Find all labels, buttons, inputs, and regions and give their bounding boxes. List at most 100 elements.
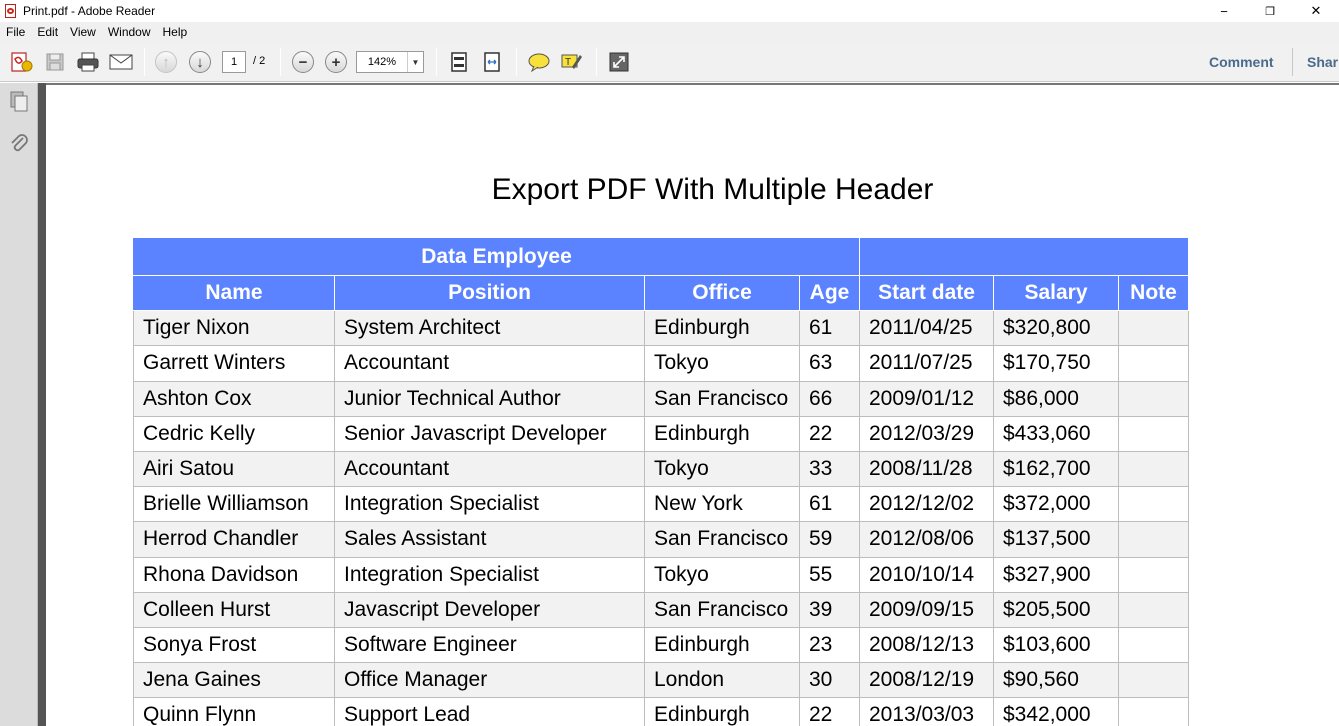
employee-table: Data Employee Name Position Office Age S…: [133, 238, 1189, 726]
page-number-input[interactable]: 1: [222, 51, 246, 73]
save-icon[interactable]: [42, 50, 68, 74]
cell-note: [1118, 626, 1189, 664]
zoom-select[interactable]: 142% ▼: [356, 51, 424, 73]
cell-salary: $205,500: [993, 591, 1119, 628]
zoom-in-button[interactable]: +: [323, 50, 349, 74]
cell-salary: $372,000: [993, 486, 1119, 523]
sticky-note-icon[interactable]: [526, 50, 552, 74]
cell-position: Accountant: [334, 345, 645, 382]
cell-start-date: 2011/07/25: [859, 345, 994, 382]
cell-name: Quinn Flynn: [133, 697, 335, 726]
window-title: Print.pdf - Adobe Reader: [23, 4, 156, 18]
cell-note: [1118, 415, 1189, 452]
minimize-button[interactable]: −: [1201, 0, 1247, 22]
table-row: Colleen Hurst Javascript Developer San Fra…: [133, 591, 1189, 628]
menu-view[interactable]: View: [64, 25, 102, 39]
table-row: Quinn Flynn Support Lead Edinburgh 22 2013/0…: [133, 697, 1189, 726]
restore-button[interactable]: ❐: [1247, 0, 1293, 22]
cell-start-date: 2009/09/15: [859, 591, 994, 628]
cell-office: San Francisco: [644, 521, 800, 558]
cell-age: 61: [799, 310, 860, 347]
cell-salary: $137,500: [993, 521, 1119, 558]
menu-window[interactable]: Window: [102, 25, 157, 39]
cell-salary: $342,000: [993, 697, 1119, 726]
cell-age: 66: [799, 380, 860, 417]
zoom-value: 142%: [367, 56, 397, 68]
cell-office: Edinburgh: [644, 626, 800, 664]
table-row: Rhona Davidson Integration Specialist Toky…: [133, 556, 1189, 593]
cell-salary: $320,800: [993, 310, 1119, 347]
cell-note: [1118, 380, 1189, 417]
menu-edit[interactable]: Edit: [31, 25, 64, 39]
plus-icon: +: [325, 51, 347, 73]
cell-office: London: [644, 662, 800, 699]
cell-name: Airi Satou: [133, 450, 335, 488]
attachments-icon[interactable]: [9, 133, 29, 153]
cell-office: Tokyo: [644, 345, 800, 382]
email-icon[interactable]: [108, 50, 134, 74]
cell-office: Tokyo: [644, 450, 800, 488]
cell-position: Support Lead: [334, 697, 645, 726]
comment-link[interactable]: Comment: [1209, 54, 1274, 70]
share-link[interactable]: Shar: [1307, 54, 1338, 70]
cell-name: Tiger Nixon: [133, 310, 335, 347]
cell-name: Sonya Frost: [133, 626, 335, 664]
cell-office: Edinburgh: [644, 310, 800, 347]
menu-file[interactable]: File: [0, 25, 31, 39]
cell-office: New York: [644, 486, 800, 523]
column-header-salary: Salary: [993, 274, 1119, 312]
cell-office: Edinburgh: [644, 415, 800, 452]
cell-name: Ashton Cox: [133, 380, 335, 417]
menu-help[interactable]: Help: [157, 25, 194, 39]
cell-salary: $327,900: [993, 556, 1119, 593]
cell-name: Colleen Hurst: [133, 591, 335, 628]
cell-note: [1118, 697, 1189, 726]
print-icon[interactable]: [75, 50, 101, 74]
cell-start-date: 2013/03/03: [859, 697, 994, 726]
next-page-button[interactable]: ↓: [187, 50, 213, 74]
column-header-age: Age: [799, 274, 860, 312]
cell-salary: $86,000: [993, 380, 1119, 417]
full-screen-icon[interactable]: [606, 50, 632, 74]
chevron-down-icon[interactable]: ▼: [407, 52, 423, 72]
cell-office: Edinburgh: [644, 697, 800, 726]
cell-note: [1118, 345, 1189, 382]
cell-name: Cedric Kelly: [133, 415, 335, 452]
cell-age: 22: [799, 697, 860, 726]
cell-note: [1118, 310, 1189, 347]
column-header-name: Name: [133, 274, 335, 312]
cell-note: [1118, 591, 1189, 628]
highlight-text-icon[interactable]: T: [559, 50, 585, 74]
table-row: Airi Satou Accountant Tokyo 33 2008/11/28 $16…: [133, 450, 1189, 488]
create-pdf-icon[interactable]: [8, 50, 34, 74]
cell-position: Integration Specialist: [334, 556, 645, 593]
zoom-out-button[interactable]: −: [290, 50, 316, 74]
cell-start-date: 2009/01/12: [859, 380, 994, 417]
cell-age: 23: [799, 626, 860, 664]
column-header-note: Note: [1118, 274, 1189, 312]
cell-note: [1118, 521, 1189, 558]
column-header-start-date: Start date: [859, 274, 994, 312]
close-button[interactable]: ✕: [1293, 0, 1339, 22]
page-thumbnails-icon[interactable]: [9, 91, 29, 112]
previous-page-button[interactable]: ↑: [153, 50, 179, 74]
cell-age: 63: [799, 345, 860, 382]
cell-age: 22: [799, 415, 860, 452]
cell-salary: $90,560: [993, 662, 1119, 699]
cell-office: Tokyo: [644, 556, 800, 593]
page-total: / 2: [253, 55, 266, 67]
cell-salary: $170,750: [993, 345, 1119, 382]
minus-icon: −: [292, 51, 314, 73]
fit-width-icon[interactable]: [479, 50, 505, 74]
pane-divider[interactable]: [38, 83, 46, 726]
cell-start-date: 2011/04/25: [859, 310, 994, 347]
cell-position: Accountant: [334, 450, 645, 488]
table-row: Jena Gaines Office Manager London 30 2008/12…: [133, 662, 1189, 699]
cell-salary: $103,600: [993, 626, 1119, 664]
arrow-up-icon: ↑: [155, 51, 177, 73]
title-bar: Print.pdf - Adobe Reader − ❐ ✕: [0, 0, 1339, 22]
table-row: Brielle Williamson Integration Specialist…: [133, 486, 1189, 523]
cell-office: San Francisco: [644, 591, 800, 628]
cell-note: [1118, 662, 1189, 699]
fit-page-icon[interactable]: [446, 50, 472, 74]
